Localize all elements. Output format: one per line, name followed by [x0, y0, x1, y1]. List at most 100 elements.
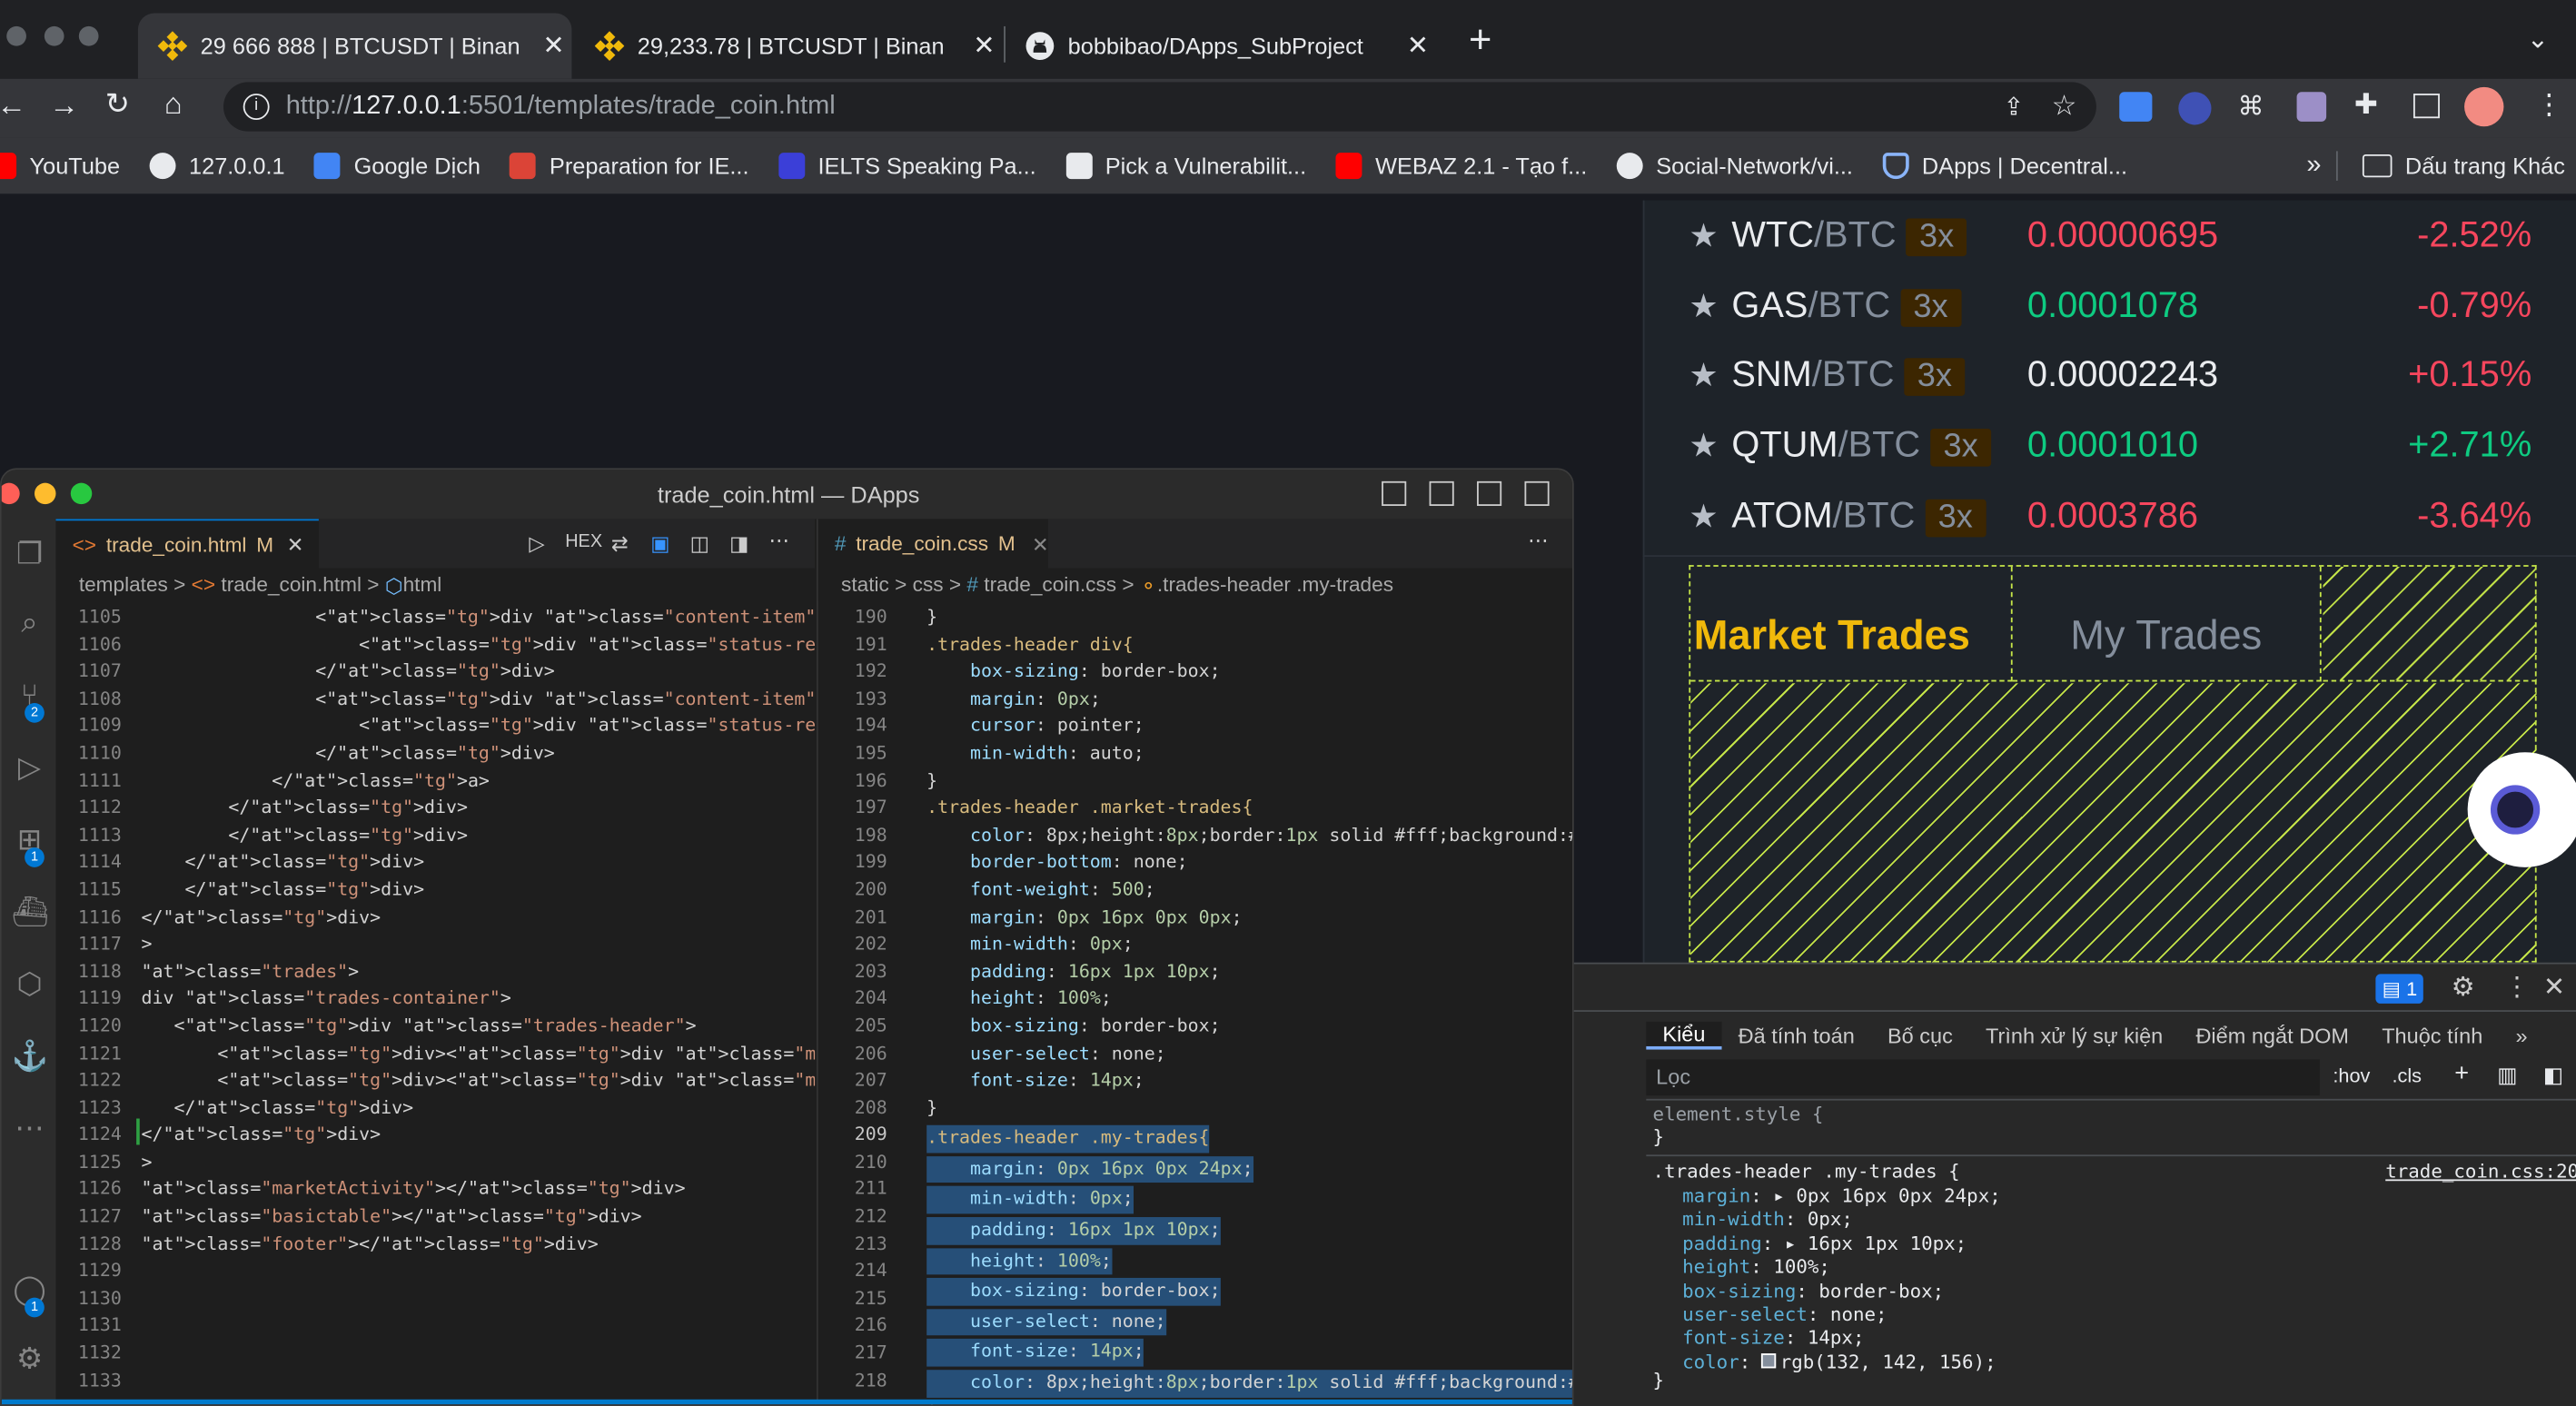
rule-source-link[interactable]: trade_coin.css:209: [2385, 1160, 2576, 1183]
forward-icon[interactable]: →: [49, 89, 79, 124]
window-close-dot[interactable]: [6, 25, 26, 46]
tab-overflow[interactable]: »: [2499, 1023, 2543, 1047]
code-line[interactable]: padding: 16px 1px 10px;: [926, 1217, 1221, 1245]
code-line[interactable]: margin: 0px 16px 0px 0px;: [926, 905, 1572, 932]
code-line[interactable]: "at">class="basictable"></"at">class="tg…: [142, 1204, 816, 1232]
css-property[interactable]: color: rgb(132, 142, 156);: [1682, 1350, 2001, 1373]
star-icon[interactable]: ★: [1689, 495, 1718, 536]
code-line[interactable]: </"at">class="tg">div>: [142, 741, 816, 768]
avatar[interactable]: [2464, 86, 2504, 127]
code-line[interactable]: >: [142, 932, 816, 959]
tab-search-icon[interactable]: ⌄: [2527, 23, 2549, 55]
tab-layout[interactable]: Bố cục: [1871, 1023, 1969, 1047]
code-line[interactable]: height: 100%;: [926, 1247, 1112, 1275]
tab-event-listeners[interactable]: Trình xử lý sự kiện: [1969, 1023, 2179, 1047]
toggle-panel-icon[interactable]: [1429, 480, 1454, 506]
css-property[interactable]: padding: ▸ 16px 1px 10px;: [1682, 1232, 2001, 1255]
split-editor-icon[interactable]: ◨: [729, 530, 748, 555]
css-property[interactable]: min-width: 0px;: [1682, 1208, 2001, 1232]
code-line[interactable]: font-weight: 500;: [926, 877, 1572, 905]
open-preview-icon[interactable]: ▣: [650, 530, 669, 555]
code-line[interactable]: div "at">class="trades-container">: [142, 986, 816, 1014]
css-property[interactable]: font-size: 14px;: [1682, 1326, 2001, 1350]
code-line[interactable]: min-width: auto;: [926, 741, 1572, 768]
run-debug-icon[interactable]: ▷: [12, 749, 48, 786]
bookmark-star-icon[interactable]: ☆: [2052, 90, 2077, 123]
info-icon[interactable]: i: [243, 94, 270, 121]
address-bar[interactable]: i http://127.0.0.1:5501/templates/trade_…: [223, 82, 2096, 132]
sidebar-toggle-icon[interactable]: ◧: [2543, 1063, 2563, 1089]
code-line[interactable]: .trades-header .my-trades{: [926, 1125, 1210, 1154]
close-icon[interactable]: ✕: [287, 532, 304, 557]
home-icon[interactable]: ⌂: [164, 87, 183, 122]
css-property[interactable]: user-select: none;: [1682, 1302, 2001, 1326]
html-code-editor[interactable]: <"at">class="tg">div "at">class="content…: [142, 604, 816, 1404]
close-tab-icon[interactable]: ✕: [966, 30, 1003, 63]
code-line[interactable]: [142, 1286, 816, 1313]
market-row[interactable]: ★ QTUM/BTC 3x 0.0001010 +2.71%: [1643, 411, 2576, 480]
zoom-window-dot[interactable]: [70, 482, 93, 505]
toggle-sidebar-icon[interactable]: [1382, 480, 1407, 506]
close-devtools-icon[interactable]: ✕: [2543, 971, 2565, 1004]
bookmark-item[interactable]: Google Dịch: [314, 153, 481, 180]
bookmark-item[interactable]: WEBAZ 2.1 - Tạo f...: [1335, 153, 1587, 180]
settings-gear-icon[interactable]: ⚙: [2452, 971, 2475, 1004]
code-line[interactable]: padding: 16px 1px 10px;: [926, 959, 1572, 986]
code-line[interactable]: <"at">class="tg">div "at">class="content…: [142, 687, 815, 714]
code-line[interactable]: </"at">class="tg">div>: [142, 850, 816, 877]
code-line[interactable]: min-width: 0px;: [926, 932, 1572, 959]
market-row[interactable]: ★ GAS/BTC 3x 0.0001078 -0.79%: [1643, 271, 2576, 340]
more-actions-icon[interactable]: ⋯: [1528, 527, 1549, 551]
close-icon[interactable]: ✕: [1032, 531, 1049, 556]
code-line[interactable]: </"at">class="tg">div>: [142, 905, 816, 932]
hex-editor-button[interactable]: HEX: [565, 532, 602, 552]
run-icon[interactable]: ▷: [529, 530, 544, 555]
floating-assistant-button[interactable]: [2467, 752, 2576, 867]
extensions-puzzle-icon[interactable]: ✚: [2354, 89, 2378, 122]
code-line[interactable]: [142, 1341, 816, 1368]
css-rule[interactable]: .trades-header .my-trades {: [1653, 1160, 1960, 1183]
menu-kebab-icon[interactable]: ⋮: [2535, 89, 2563, 122]
bookmark-item[interactable]: Social-Network/vi...: [1616, 153, 1853, 180]
code-line[interactable]: }: [926, 604, 1572, 631]
code-line[interactable]: cursor: pointer;: [926, 714, 1572, 741]
extension-icon[interactable]: [2296, 92, 2327, 122]
tab-trade-coin-html[interactable]: <> trade_coin.html M ✕: [55, 519, 319, 569]
code-line[interactable]: "at">class="footer"></"at">class="tg">di…: [142, 1232, 816, 1259]
code-line[interactable]: border-bottom: none;: [926, 850, 1572, 877]
code-line[interactable]: font-size: 14px;: [926, 1068, 1572, 1095]
star-icon[interactable]: ★: [1689, 214, 1718, 255]
settings-gear-icon[interactable]: ⚙: [12, 1341, 48, 1377]
code-line[interactable]: <"at">class="tg">div "at">class="status-…: [142, 631, 815, 658]
more-icon[interactable]: ⋯: [12, 1110, 48, 1146]
code-line[interactable]: "at">class="trades">: [142, 959, 816, 986]
extension-icon[interactable]: ⌘: [2237, 90, 2264, 123]
share-icon[interactable]: ⇪: [2004, 92, 2025, 122]
market-trades-tab[interactable]: Market Trades: [1690, 566, 2013, 682]
open-changes-icon[interactable]: ◫: [690, 530, 709, 555]
market-row[interactable]: ★ SNM/BTC 3x 0.00002243 +0.15%: [1643, 340, 2576, 409]
code-line[interactable]: min-width: 0px;: [926, 1186, 1134, 1214]
code-line[interactable]: <"at">class="tg">div><"at">class="tg">di…: [142, 1041, 815, 1068]
breadcrumb-item[interactable]: .trades-header .my-trades: [1157, 573, 1393, 596]
issues-badge[interactable]: ▤ 1: [2375, 974, 2424, 1004]
remote-explorer-icon[interactable]: ⬡: [12, 965, 48, 1002]
code-line[interactable]: margin: 0px 16px 0px 24px;: [926, 1155, 1253, 1183]
code-line[interactable]: box-sizing: border-box;: [926, 1014, 1572, 1041]
close-tab-icon[interactable]: ✕: [536, 30, 572, 63]
code-line[interactable]: .trades-header .market-trades{: [926, 796, 1572, 823]
css-property[interactable]: margin: ▸ 0px 16px 0px 24px;: [1682, 1184, 2001, 1208]
close-tab-icon[interactable]: ✕: [1400, 30, 1436, 63]
code-line[interactable]: .trades-header div{: [926, 631, 1572, 658]
tab-dom-breakpoints[interactable]: Điểm ngắt DOM: [2179, 1023, 2365, 1047]
code-line[interactable]: color: 8px;height:8px;border:1px solid #…: [926, 1370, 1572, 1398]
code-line[interactable]: box-sizing: border-box;: [926, 1278, 1221, 1306]
back-icon[interactable]: ←: [0, 89, 26, 124]
css-property[interactable]: height: 100%;: [1682, 1255, 2001, 1279]
new-rule-icon[interactable]: +: [2454, 1059, 2469, 1087]
devtools-menu-icon[interactable]: ⋮: [2503, 971, 2530, 1004]
my-trades-tab[interactable]: My Trades: [2012, 566, 2322, 682]
code-line[interactable]: </"at">class="tg">div>: [142, 796, 816, 823]
bookmarks-overflow-icon[interactable]: »: [2306, 151, 2321, 181]
bookmark-item[interactable]: IELTS Speaking Pa...: [778, 153, 1036, 180]
